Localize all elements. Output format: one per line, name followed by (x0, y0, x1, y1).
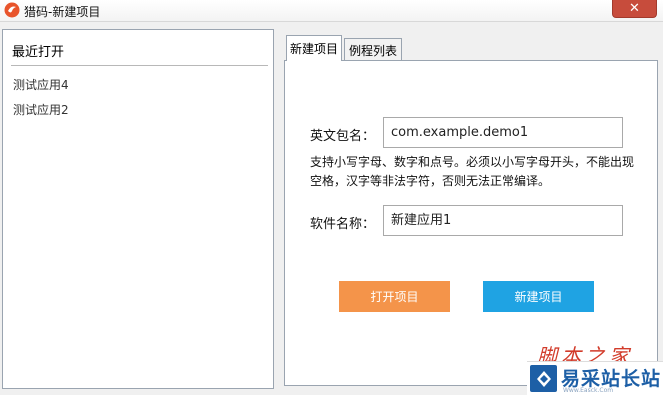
app-logo-icon (4, 2, 20, 18)
package-name-label: 英文包名： (310, 129, 376, 144)
divider (11, 65, 268, 66)
title-bar: 猎码-新建项目 ✕ (0, 0, 663, 22)
app-name-input[interactable]: 新建应用1 (383, 205, 623, 236)
tab-example-list[interactable]: 例程列表 (344, 38, 402, 62)
close-button[interactable]: ✕ (612, 0, 657, 18)
recent-header: 最近打开 (12, 45, 65, 60)
tab-new-project[interactable]: 新建项目 (286, 35, 342, 61)
recent-item[interactable]: 测试应用2 (13, 101, 69, 118)
watermark-url-text: Www.Easck.Com (563, 387, 614, 394)
watermark-badge: 易采站长站 Www.Easck.Com (527, 361, 663, 395)
recent-item[interactable]: 测试应用4 (13, 76, 69, 93)
recent-projects-panel: 最近打开 测试应用4 测试应用2 (2, 29, 274, 389)
package-name-input[interactable]: com.example.demo1 (383, 117, 623, 148)
app-name-label: 软件名称： (310, 217, 376, 232)
create-project-button[interactable]: 新建项目 (483, 281, 594, 312)
window-title: 猎码-新建项目 (24, 5, 101, 19)
open-project-button[interactable]: 打开项目 (339, 281, 450, 312)
watermark-logo-icon (530, 365, 557, 392)
package-name-hint: 支持小写字母、数字和点号。必须以小写字母开头，不能出现空格，汉字等非法字符，否则… (310, 155, 635, 188)
close-icon: ✕ (629, 1, 640, 16)
